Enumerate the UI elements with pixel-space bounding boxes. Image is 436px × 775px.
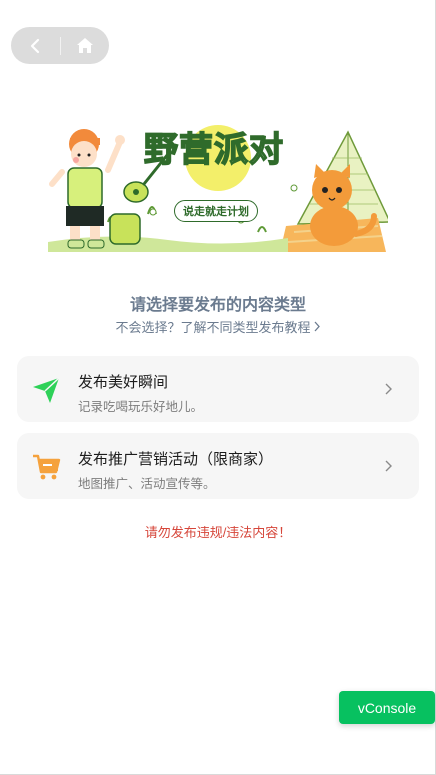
option-desc: 地图推广、活动宣传等。 xyxy=(78,477,216,491)
chevron-left-icon xyxy=(31,38,40,53)
page: 野营派对 说走就走计划 请选择要发布的内容类型 不会选择？了解不同类型发布教程 … xyxy=(0,0,436,775)
vconsole-button[interactable]: vConsole xyxy=(339,691,435,724)
home-icon xyxy=(76,38,93,53)
help-link[interactable]: 不会选择？了解不同类型发布教程 xyxy=(0,317,436,336)
option-title: 发布推广营销活动（限商家） xyxy=(78,451,274,468)
home-button[interactable] xyxy=(60,27,109,64)
option-desc: 记录吃喝玩乐好地儿。 xyxy=(78,400,204,414)
chevron-right-icon xyxy=(385,460,392,472)
chevron-right-icon xyxy=(385,383,392,395)
page-title: 请选择要发布的内容类型 xyxy=(129,297,306,314)
content-warning: 请勿发布违规/违法内容！ xyxy=(144,525,292,540)
camping-party-banner: 野营派对 说走就走计划 xyxy=(48,114,388,252)
option-moment[interactable]: 发布美好瞬间 记录吃喝玩乐好地儿。 xyxy=(17,356,419,422)
option-promotion[interactable]: 发布推广营销活动（限商家） 地图推广、活动宣传等。 xyxy=(17,433,419,499)
banner-headline: 野营派对 xyxy=(143,129,284,171)
option-title: 发布美好瞬间 xyxy=(78,374,169,391)
help-link-label: 不会选择？了解不同类型发布教程 xyxy=(115,320,311,335)
chevron-right-icon xyxy=(313,320,321,335)
nav-capsule xyxy=(11,27,109,64)
shopping-cart-icon xyxy=(33,454,61,480)
paper-plane-icon xyxy=(33,377,60,403)
back-button[interactable] xyxy=(11,27,60,64)
banner-slogan: 说走就走计划 xyxy=(174,200,258,222)
